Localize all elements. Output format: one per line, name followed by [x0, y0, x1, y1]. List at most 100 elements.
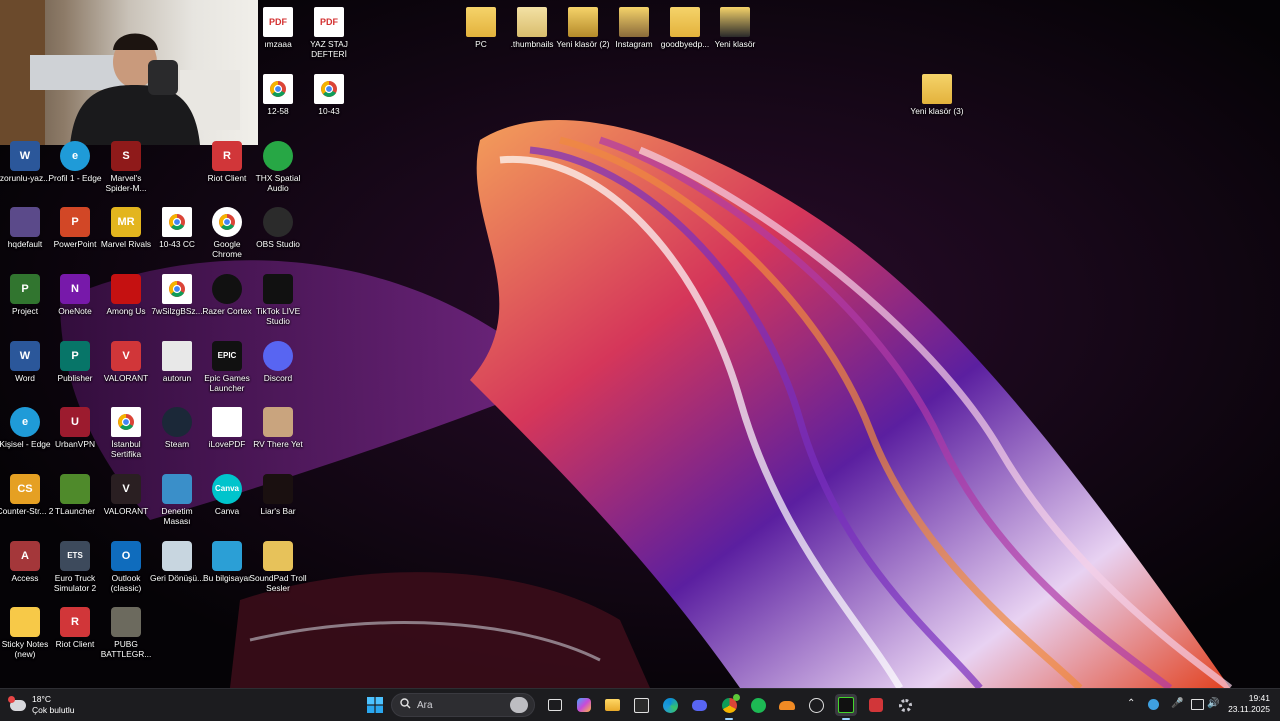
- desktop-icon-tlauncher[interactable]: TLauncher: [46, 474, 104, 516]
- desktop-icon-edge[interactable]: e Profil 1 - Edge: [46, 141, 104, 183]
- riot-icon: V: [111, 341, 141, 371]
- desktop-icon-riot[interactable]: V VALORANT: [97, 341, 155, 383]
- desktop-icon-among-us[interactable]: Among Us: [97, 274, 155, 316]
- desktop-icon-this-pc[interactable]: Bu bilgisayar: [198, 541, 256, 583]
- blank-file-icon: [212, 407, 242, 437]
- desktop-icon-label: Liar's Bar: [260, 506, 296, 516]
- desktop-icon-label: Publisher: [57, 373, 93, 383]
- taskbar-obs[interactable]: [805, 694, 827, 716]
- marvel-rivals-icon: MR: [111, 207, 141, 237]
- desktop-icon-label: PUBG BATTLEGR...: [100, 639, 152, 659]
- taskbar-cloud-app[interactable]: [776, 694, 798, 716]
- desktop-icon-label: UrbanVPN: [54, 439, 96, 449]
- desktop-folder-yeni-klasor-3[interactable]: Yeni klasör (3): [908, 74, 966, 116]
- desktop-icon-label: VALORANT: [103, 506, 149, 516]
- microphone-icon[interactable]: 🎤: [1171, 698, 1183, 709]
- taskbar-riot[interactable]: [865, 694, 887, 716]
- desktop-icon-rv-there-yet[interactable]: RV There Yet: [249, 407, 307, 449]
- among-us-icon: [111, 274, 141, 304]
- search-icon: [400, 698, 411, 712]
- chrome-file-icon: [111, 407, 141, 437]
- desktop-icon-label: THX Spatial Audio: [255, 173, 301, 193]
- taskbar-store[interactable]: [630, 694, 652, 716]
- thx-icon: [263, 141, 293, 171]
- desktop-icon-thx[interactable]: THX Spatial Audio: [249, 141, 307, 193]
- onenote-icon: N: [60, 274, 90, 304]
- taskbar-razer[interactable]: [835, 694, 857, 720]
- valorant-icon: V: [111, 474, 141, 504]
- tiktok-icon: [263, 274, 293, 304]
- desktop-folder-yeni-klasor-2[interactable]: Yeni klasör (2): [554, 7, 612, 49]
- desktop-icon-liars-bar[interactable]: Liar's Bar: [249, 474, 307, 516]
- desktop-icon-pubg[interactable]: PUBG BATTLEGR...: [97, 607, 155, 659]
- taskbar-spotify[interactable]: [747, 694, 769, 716]
- desktop-icon-marvel-rivals[interactable]: MR Marvel Rivals: [97, 207, 155, 249]
- desktop-icon-urbanvpn[interactable]: U UrbanVPN: [46, 407, 104, 449]
- speaker-icon[interactable]: 🔊: [1207, 698, 1219, 709]
- desktop-folder-yeni-klasor[interactable]: Yeni klasör: [706, 7, 764, 49]
- desktop-icon-label: Profil 1 - Edge: [48, 173, 102, 183]
- webcam-overlay: [0, 0, 258, 145]
- liars-bar-icon: [263, 474, 293, 504]
- tray-app-icon[interactable]: [1148, 699, 1159, 710]
- desktop-icon-label: İstanbul Sertifika: [110, 439, 142, 459]
- cloud-icon: [8, 695, 26, 711]
- network-icon[interactable]: [1191, 699, 1204, 710]
- spiderman-icon: S: [111, 141, 141, 171]
- riot-icon: R: [212, 141, 242, 171]
- search-highlight-icon: [510, 697, 528, 713]
- chevron-up-icon[interactable]: ⌃: [1127, 698, 1135, 709]
- taskbar-edge[interactable]: [659, 694, 681, 716]
- desktop-icon-outlook[interactable]: O Outlook (classic): [97, 541, 155, 593]
- obs-icon: [808, 697, 824, 713]
- desktop-icon-spiderman[interactable]: S Marvel's Spider-M...: [97, 141, 155, 193]
- desktop-icon-folder[interactable]: SoundPad Troll Sesler: [249, 541, 307, 593]
- desktop-icon-valorant[interactable]: V VALORANT: [97, 474, 155, 516]
- gear-icon: [898, 698, 912, 712]
- desktop-icon-onenote[interactable]: N OneNote: [46, 274, 104, 316]
- desktop-folder-instagram[interactable]: Instagram: [605, 7, 663, 49]
- desktop-icon-riot[interactable]: R Riot Client: [46, 607, 104, 649]
- desktop-icon-publisher[interactable]: P Publisher: [46, 341, 104, 383]
- pdf-icon: PDF: [263, 7, 293, 37]
- desktop-icon-powerpoint[interactable]: P PowerPoint: [46, 207, 104, 249]
- desktop-icon-obs[interactable]: OBS Studio: [249, 207, 307, 249]
- desktop-icon-razer[interactable]: Razer Cortex: [198, 274, 256, 316]
- desktop-icon-chrome[interactable]: Google Chrome: [198, 207, 256, 259]
- cloud-app-icon: [779, 700, 795, 710]
- desktop-icon-ets2[interactable]: ETS Euro Truck Simulator 2: [46, 541, 104, 593]
- folder-icon: [670, 7, 700, 37]
- desktop-icon-label: Razer Cortex: [202, 306, 252, 316]
- taskbar-clock[interactable]: 19:41 23.11.2025: [1228, 693, 1270, 715]
- desktop-icon-pdf-imzaaa[interactable]: PDF ımzaaa: [249, 7, 307, 49]
- taskbar-chrome[interactable]: [718, 694, 740, 720]
- epic-games-icon: EPIC: [212, 341, 242, 371]
- desktop-icon-tiktok[interactable]: TikTok LIVE Studio: [249, 274, 307, 326]
- desktop-icon-label: Epic Games Launcher: [204, 373, 250, 393]
- desktop-folder-thumbnails[interactable]: .thumbnails: [503, 7, 561, 49]
- weather-widget[interactable]: 18°C Çok bulutlu: [8, 694, 75, 716]
- desktop-icon-pdf-yaz-staj[interactable]: PDF YAZ STAJ DEFTERİ: [300, 7, 358, 59]
- desktop-icon-label: Among Us: [106, 306, 146, 316]
- weather-description: Çok bulutlu: [32, 705, 75, 715]
- taskbar-search-box[interactable]: Ara: [391, 693, 535, 717]
- desktop-icon-12-58[interactable]: 12-58: [249, 74, 307, 116]
- desktop-folder-pc[interactable]: PC: [452, 7, 510, 49]
- desktop-icon-chrome-file[interactable]: İstanbul Sertifika: [97, 407, 155, 459]
- taskbar-copilot[interactable]: [573, 694, 595, 716]
- desktop-icon-discord[interactable]: Discord: [249, 341, 307, 383]
- folder-icon: [922, 74, 952, 104]
- desktop-icon-blank-file[interactable]: iLovePDF: [198, 407, 256, 449]
- desktop-icon-epic-games[interactable]: EPIC Epic Games Launcher: [198, 341, 256, 393]
- start-button[interactable]: [364, 694, 386, 716]
- riot-icon: [869, 698, 883, 712]
- folder-icon: [568, 7, 598, 37]
- taskbar-file-explorer[interactable]: [601, 694, 623, 716]
- desktop-icon-riot[interactable]: R Riot Client: [198, 141, 256, 183]
- task-view-button[interactable]: [544, 694, 566, 716]
- weather-temp: 18°C: [32, 694, 51, 704]
- desktop-icon-10-43[interactable]: 10-43: [300, 74, 358, 116]
- desktop-icon-canva[interactable]: Canva Canva: [198, 474, 256, 516]
- taskbar-discord[interactable]: [688, 694, 710, 716]
- taskbar-settings[interactable]: [894, 694, 916, 716]
